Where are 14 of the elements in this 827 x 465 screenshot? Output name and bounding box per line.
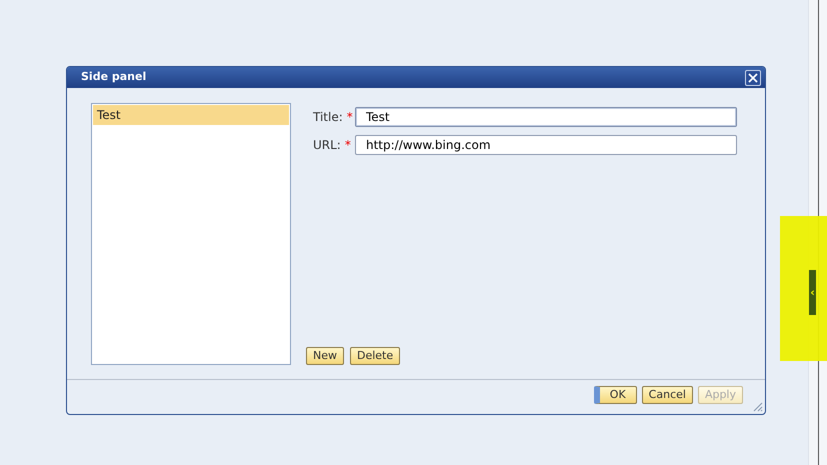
input-field[interactable]: http://www.bing.com [355,135,737,156]
input-field[interactable]: Test [355,107,737,128]
list-action-button[interactable]: New [306,347,344,366]
field-label: Title: * [313,109,354,126]
collapse-handle[interactable]: ‹ [809,270,816,315]
list-action-button[interactable]: Delete [350,347,400,366]
close-icon [748,72,758,83]
dialog-title: Side panel [81,69,146,86]
dialog-button[interactable]: OK [594,386,637,404]
field-label: URL: * [313,137,352,154]
list-item[interactable]: Test [93,105,289,126]
close-button[interactable] [745,70,761,86]
dialog-button[interactable]: Cancel [642,386,693,404]
resize-grip-icon[interactable] [751,400,763,412]
